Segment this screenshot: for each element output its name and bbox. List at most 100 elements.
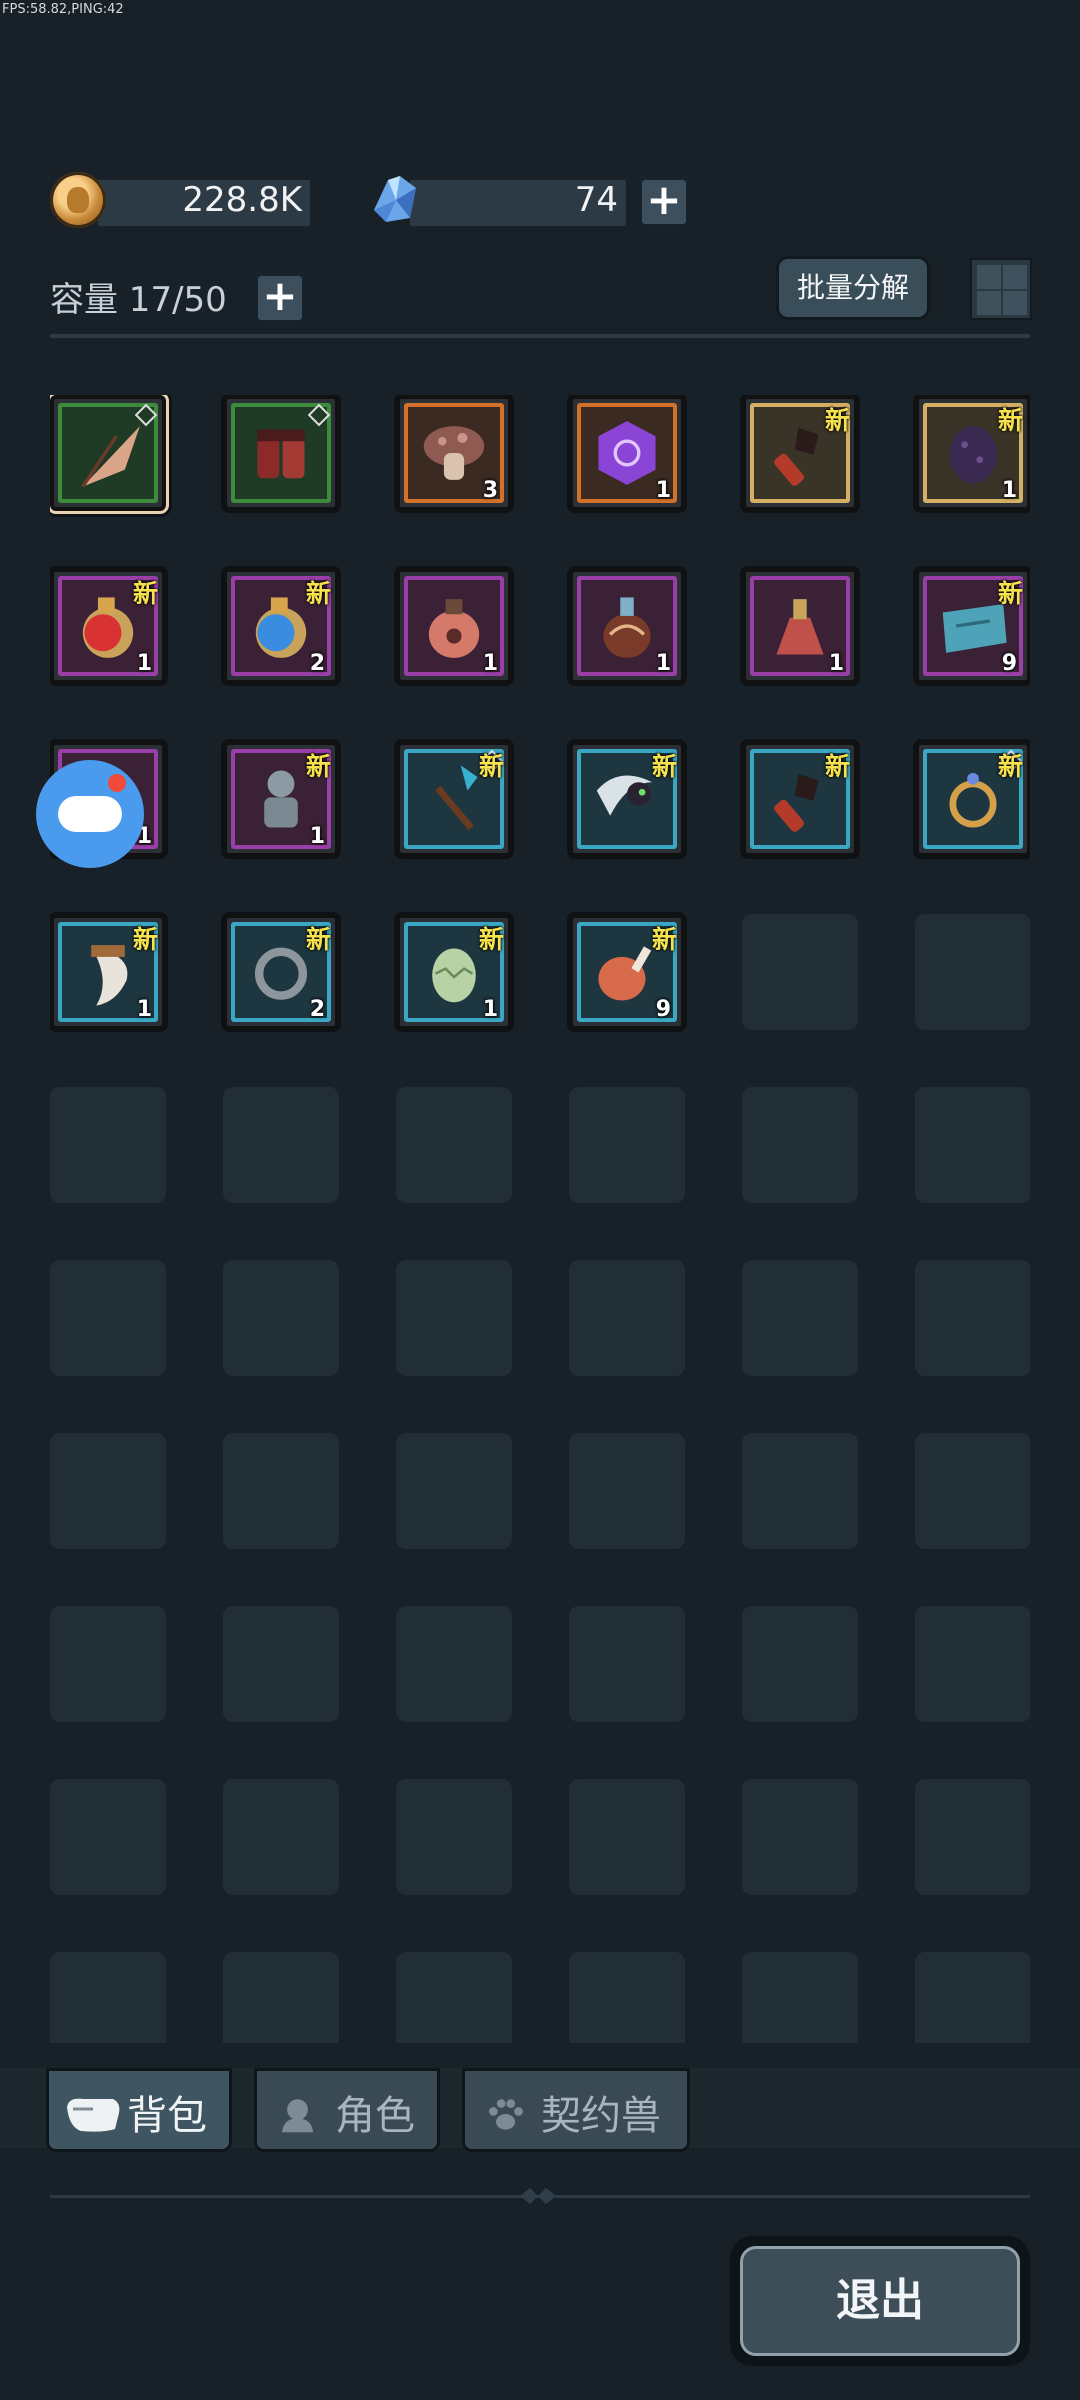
inventory-slot-empty[interactable] — [915, 1433, 1030, 1549]
inventory-slot-empty[interactable] — [915, 1260, 1030, 1376]
batch-decompose-button[interactable]: 批量分解 — [776, 256, 930, 320]
new-badge: 新 — [305, 752, 331, 781]
inventory-slot-red-boots[interactable] — [223, 395, 339, 511]
inventory-slot-paw-jar[interactable]: 1 — [396, 568, 512, 684]
inventory-slot-empty[interactable] — [223, 1952, 339, 2043]
inventory-slot-empty[interactable] — [396, 1087, 512, 1203]
inventory-slot-empty[interactable] — [569, 1952, 685, 2043]
gem-amount: 74 — [574, 180, 618, 220]
inventory-slot-iron-ring[interactable]: 新2 — [223, 914, 339, 1030]
inventory-slot-empty[interactable] — [223, 1087, 339, 1203]
item-count: 1 — [136, 997, 152, 1022]
exit-button[interactable]: 退出 — [730, 2236, 1030, 2366]
new-badge: 新 — [478, 925, 504, 954]
inventory-slot-spiked-egg[interactable]: 新1 — [915, 395, 1030, 511]
tab-character[interactable]: 角色 — [254, 2068, 440, 2152]
new-badge: 新 — [997, 406, 1023, 435]
inventory-slot-red-vial[interactable]: 1 — [742, 568, 858, 684]
inventory-slot-empty[interactable] — [396, 1606, 512, 1722]
inventory-slot-empty[interactable] — [50, 1260, 166, 1376]
inventory-slot-empty[interactable] — [742, 1260, 858, 1376]
item-count: 9 — [1001, 651, 1017, 676]
inventory-grid: 31新新1新1新2111新91新1新新新新新1新2新1新9 — [50, 395, 1030, 2043]
inventory-slot-red-torch-2[interactable]: 新 — [742, 741, 858, 857]
inventory-slot-empty[interactable] — [569, 1433, 685, 1549]
inventory-slot-empty[interactable] — [396, 1260, 512, 1376]
inventory-slot-cat-scythe[interactable]: 新 — [569, 741, 685, 857]
inventory-slot-empty[interactable] — [742, 1952, 858, 2043]
inventory-slot-feather-blade[interactable] — [50, 395, 166, 511]
add-capacity-button[interactable]: + — [256, 274, 304, 322]
new-badge: 新 — [305, 925, 331, 954]
inventory-slot-empty[interactable] — [50, 1952, 166, 2043]
inventory-slot-empty[interactable] — [223, 1433, 339, 1549]
inventory-slot-empty[interactable] — [742, 1779, 858, 1895]
inventory-slot-empty[interactable] — [569, 1260, 685, 1376]
item-count: 2 — [309, 997, 325, 1022]
new-badge: 新 — [997, 752, 1023, 781]
new-badge: 新 — [651, 752, 677, 781]
inventory-slot-empty[interactable] — [223, 1260, 339, 1376]
new-badge: 新 — [132, 579, 158, 608]
inventory-slot-empty[interactable] — [50, 1433, 166, 1549]
grid-view-icon[interactable] — [970, 258, 1032, 320]
paw-icon — [489, 2099, 523, 2130]
tab-character-label: 角色 — [335, 2093, 415, 2139]
new-badge: 新 — [824, 406, 850, 435]
inventory-slot-empty[interactable] — [915, 1952, 1030, 2043]
inventory-slot-blue-potion[interactable]: 新2 — [223, 568, 339, 684]
inventory-slot-empty[interactable] — [915, 1087, 1030, 1203]
inventory-slot-empty[interactable] — [50, 1779, 166, 1895]
item-count: 1 — [136, 651, 152, 676]
inventory-slot-empty[interactable] — [569, 1606, 685, 1722]
inventory-slot-empty[interactable] — [223, 1606, 339, 1722]
divider-ornament-icon — [520, 2188, 556, 2204]
inventory-slot-meat-leg[interactable]: 新9 — [569, 914, 685, 1030]
inventory-slot-red-potion[interactable]: 新1 — [50, 568, 166, 684]
inventory-slot-empty[interactable] — [223, 1779, 339, 1895]
inventory-slot-ornate-flask[interactable]: 1 — [569, 568, 685, 684]
inventory-slot-green-egg[interactable]: 新1 — [396, 914, 512, 1030]
inventory-slot-empty[interactable] — [396, 1952, 512, 2043]
fps-readout: FPS:58.82,PING:42 — [2, 2, 124, 17]
item-count: 1 — [655, 478, 671, 503]
new-badge: 新 — [997, 579, 1023, 608]
inventory-slot-crystal-staff[interactable]: 新 — [396, 741, 512, 857]
tab-pets[interactable]: 契约兽 — [462, 2068, 690, 2152]
new-badge: 新 — [651, 925, 677, 954]
add-gems-button[interactable]: + — [640, 178, 688, 226]
inventory-slot-treasure-map[interactable]: 新9 — [915, 568, 1030, 684]
inventory-slot-stone-bust[interactable]: 新1 — [223, 741, 339, 857]
item-count: 1 — [655, 651, 671, 676]
inventory-slot-red-torch[interactable]: 新 — [742, 395, 858, 511]
inventory-slot-empty[interactable] — [915, 914, 1030, 1030]
bag-icon — [67, 2098, 120, 2132]
inventory-slot-gold-ring[interactable]: 新 — [915, 741, 1030, 857]
inventory-slot-empty[interactable] — [50, 1606, 166, 1722]
new-badge: 新 — [478, 752, 504, 781]
item-count: 1 — [482, 997, 498, 1022]
inventory-slot-empty[interactable] — [396, 1779, 512, 1895]
inventory-slot-purple-rune-stone[interactable]: 1 — [569, 395, 685, 511]
item-count: 2 — [309, 651, 325, 676]
new-badge: 新 — [305, 579, 331, 608]
inventory-slot-empty[interactable] — [569, 1087, 685, 1203]
tab-backpack[interactable]: 背包 — [46, 2068, 232, 2152]
inventory-slot-empty[interactable] — [569, 1779, 685, 1895]
inventory-slot-empty[interactable] — [742, 1087, 858, 1203]
inventory-slot-empty[interactable] — [742, 914, 858, 1030]
new-badge: 新 — [132, 925, 158, 954]
inventory-slot-empty[interactable] — [396, 1433, 512, 1549]
inventory-slot-empty[interactable] — [915, 1779, 1030, 1895]
inventory-slot-empty[interactable] — [742, 1433, 858, 1549]
feather-blade-icon — [81, 426, 140, 488]
inventory-slot-empty[interactable] — [915, 1606, 1030, 1722]
inventory-slot-fang[interactable]: 新1 — [50, 914, 166, 1030]
red-boots-icon — [257, 429, 305, 479]
inventory-slot-mushroom[interactable]: 3 — [396, 395, 512, 511]
inventory-slot-empty[interactable] — [742, 1606, 858, 1722]
inventory-slot-empty[interactable] — [50, 1087, 166, 1203]
gamepad-float-icon[interactable] — [36, 760, 144, 868]
item-count: 1 — [482, 651, 498, 676]
tab-pets-label: 契约兽 — [541, 2093, 661, 2139]
